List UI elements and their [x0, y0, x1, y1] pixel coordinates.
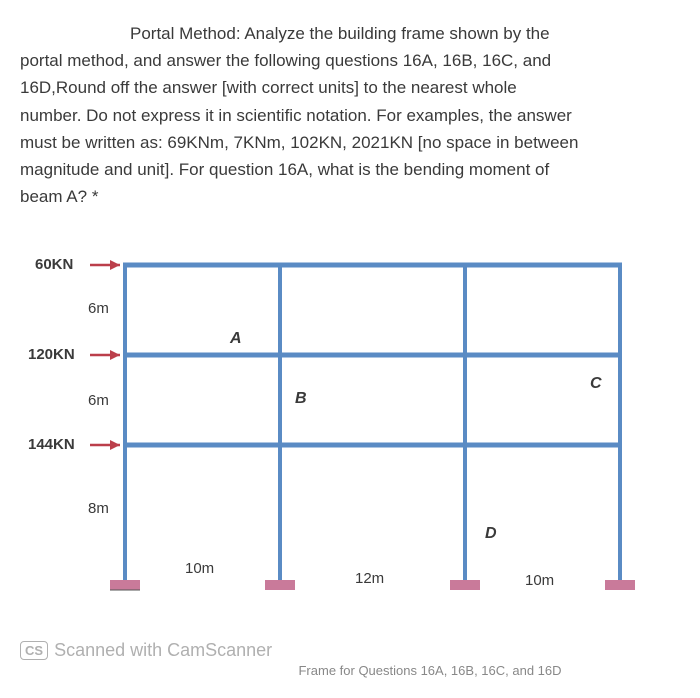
- arrow-120kn: [90, 350, 120, 360]
- arrow-60kn: [90, 260, 120, 270]
- load-bot-label: 144KN: [28, 436, 75, 453]
- support-2: [265, 580, 295, 590]
- height-bot: 8m: [88, 500, 109, 517]
- height-top: 6m: [88, 300, 109, 317]
- span-left: 10m: [185, 560, 214, 577]
- q-line4: number. Do not express it in scientific …: [20, 106, 572, 125]
- arrow-144kn: [90, 440, 120, 450]
- load-mid-value: 120KN: [28, 346, 75, 363]
- frame-diagram: 60KN 120KN 144KN 6m 6m 8m 10m 12m 10m A …: [20, 250, 660, 630]
- q-line7: beam A? *: [20, 187, 98, 206]
- scanner-footer: CS Scanned with CamScanner: [20, 640, 680, 661]
- label-A: A: [230, 330, 242, 348]
- label-B: B: [295, 390, 307, 408]
- scanner-text: Scanned with CamScanner: [54, 640, 272, 661]
- frame-svg: [20, 250, 660, 630]
- q-line6: magnitude and unit]. For question 16A, w…: [20, 160, 549, 179]
- label-D: D: [485, 525, 497, 543]
- question-text: Portal Method: Analyze the building fram…: [20, 20, 680, 210]
- load-mid-label: 120KN: [28, 346, 75, 363]
- q-line1: Portal Method: Analyze the building fram…: [20, 24, 550, 43]
- load-bot-value: 144KN: [28, 436, 75, 453]
- figure-caption: Frame for Questions 16A, 16B, 16C, and 1…: [20, 663, 680, 678]
- cs-badge-icon: CS: [20, 641, 48, 660]
- height-mid: 6m: [88, 392, 109, 409]
- span-mid: 12m: [355, 570, 384, 587]
- span-right: 10m: [525, 572, 554, 589]
- support-3: [450, 580, 480, 590]
- label-C: C: [590, 375, 602, 393]
- q-line5: must be written as: 69KNm, 7KNm, 102KN, …: [20, 133, 578, 152]
- load-top-value: 60KN: [35, 256, 73, 273]
- support-1: [110, 580, 140, 590]
- q-line2: portal method, and answer the following …: [20, 51, 551, 70]
- support-4: [605, 580, 635, 590]
- q-line3: 16D,Round off the answer [with correct u…: [20, 78, 517, 97]
- load-top-label: 60KN: [35, 256, 73, 273]
